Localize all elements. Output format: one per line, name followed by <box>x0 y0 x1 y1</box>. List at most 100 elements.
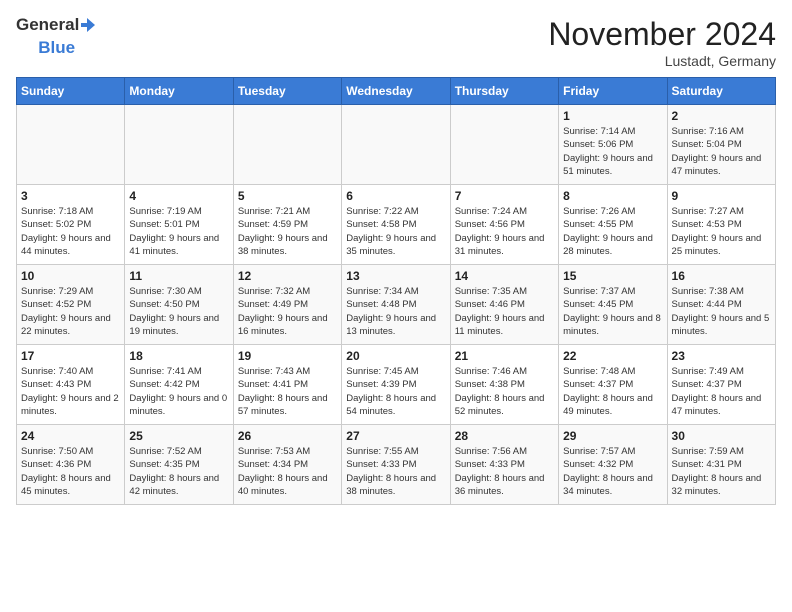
calendar-cell: 16 Sunrise: 7:38 AM Sunset: 4:44 PM Dayli… <box>667 265 775 345</box>
weekday-header-wednesday: Wednesday <box>342 78 450 105</box>
day-number: 21 <box>455 349 554 363</box>
day-number: 10 <box>21 269 120 283</box>
day-number: 30 <box>672 429 771 443</box>
day-number: 13 <box>346 269 445 283</box>
weekday-header-sunday: Sunday <box>17 78 125 105</box>
day-info: Sunrise: 7:16 AM Sunset: 5:04 PM Dayligh… <box>672 125 771 178</box>
calendar-cell <box>233 105 341 185</box>
day-number: 4 <box>129 189 228 203</box>
calendar-cell: 5 Sunrise: 7:21 AM Sunset: 4:59 PM Daylig… <box>233 185 341 265</box>
day-number: 3 <box>21 189 120 203</box>
day-info: Sunrise: 7:29 AM Sunset: 4:52 PM Dayligh… <box>21 285 120 338</box>
day-info: Sunrise: 7:38 AM Sunset: 4:44 PM Dayligh… <box>672 285 771 338</box>
week-row-3: 10 Sunrise: 7:29 AM Sunset: 4:52 PM Dayli… <box>17 265 776 345</box>
day-number: 19 <box>238 349 337 363</box>
day-number: 20 <box>346 349 445 363</box>
day-info: Sunrise: 7:24 AM Sunset: 4:56 PM Dayligh… <box>455 205 554 258</box>
day-number: 23 <box>672 349 771 363</box>
day-number: 12 <box>238 269 337 283</box>
weekday-header-row: SundayMondayTuesdayWednesdayThursdayFrid… <box>17 78 776 105</box>
day-number: 7 <box>455 189 554 203</box>
day-info: Sunrise: 7:40 AM Sunset: 4:43 PM Dayligh… <box>21 365 120 418</box>
day-info: Sunrise: 7:26 AM Sunset: 4:55 PM Dayligh… <box>563 205 662 258</box>
week-row-1: 1Sunrise: 7:14 AM Sunset: 5:06 PM Daylig… <box>17 105 776 185</box>
calendar-cell: 27 Sunrise: 7:55 AM Sunset: 4:33 PM Dayli… <box>342 425 450 505</box>
day-number: 18 <box>129 349 228 363</box>
day-info: Sunrise: 7:30 AM Sunset: 4:50 PM Dayligh… <box>129 285 228 338</box>
calendar-cell: 20 Sunrise: 7:45 AM Sunset: 4:39 PM Dayli… <box>342 345 450 425</box>
day-info: Sunrise: 7:53 AM Sunset: 4:34 PM Dayligh… <box>238 445 337 498</box>
calendar-cell: 18 Sunrise: 7:41 AM Sunset: 4:42 PM Dayli… <box>125 345 233 425</box>
calendar-cell: 14 Sunrise: 7:35 AM Sunset: 4:46 PM Dayli… <box>450 265 558 345</box>
calendar-cell: 19 Sunrise: 7:43 AM Sunset: 4:41 PM Dayli… <box>233 345 341 425</box>
calendar-cell: 8Sunrise: 7:26 AM Sunset: 4:55 PM Daylig… <box>559 185 667 265</box>
calendar-cell: 12 Sunrise: 7:32 AM Sunset: 4:49 PM Dayli… <box>233 265 341 345</box>
day-info: Sunrise: 7:41 AM Sunset: 4:42 PM Dayligh… <box>129 365 228 418</box>
day-info: Sunrise: 7:14 AM Sunset: 5:06 PM Dayligh… <box>563 125 662 178</box>
day-info: Sunrise: 7:18 AM Sunset: 5:02 PM Dayligh… <box>21 205 120 258</box>
weekday-header-friday: Friday <box>559 78 667 105</box>
day-info: Sunrise: 7:52 AM Sunset: 4:35 PM Dayligh… <box>129 445 228 498</box>
day-info: Sunrise: 7:35 AM Sunset: 4:46 PM Dayligh… <box>455 285 554 338</box>
weekday-header-monday: Monday <box>125 78 233 105</box>
day-info: Sunrise: 7:43 AM Sunset: 4:41 PM Dayligh… <box>238 365 337 418</box>
day-info: Sunrise: 7:32 AM Sunset: 4:49 PM Dayligh… <box>238 285 337 338</box>
day-info: Sunrise: 7:46 AM Sunset: 4:38 PM Dayligh… <box>455 365 554 418</box>
day-number: 9 <box>672 189 771 203</box>
calendar-cell: 2 Sunrise: 7:16 AM Sunset: 5:04 PM Daylig… <box>667 105 775 185</box>
day-info: Sunrise: 7:34 AM Sunset: 4:48 PM Dayligh… <box>346 285 445 338</box>
calendar-cell: 24Sunrise: 7:50 AM Sunset: 4:36 PM Dayli… <box>17 425 125 505</box>
calendar-cell: 15 Sunrise: 7:37 AM Sunset: 4:45 PM Dayli… <box>559 265 667 345</box>
week-row-5: 24Sunrise: 7:50 AM Sunset: 4:36 PM Dayli… <box>17 425 776 505</box>
calendar-cell: 29Sunrise: 7:57 AM Sunset: 4:32 PM Dayli… <box>559 425 667 505</box>
day-info: Sunrise: 7:56 AM Sunset: 4:33 PM Dayligh… <box>455 445 554 498</box>
day-number: 6 <box>346 189 445 203</box>
calendar-cell: 28 Sunrise: 7:56 AM Sunset: 4:33 PM Dayli… <box>450 425 558 505</box>
day-info: Sunrise: 7:57 AM Sunset: 4:32 PM Dayligh… <box>563 445 662 498</box>
calendar-cell: 3 Sunrise: 7:18 AM Sunset: 5:02 PM Daylig… <box>17 185 125 265</box>
weekday-header-thursday: Thursday <box>450 78 558 105</box>
calendar-cell <box>125 105 233 185</box>
day-info: Sunrise: 7:50 AM Sunset: 4:36 PM Dayligh… <box>21 445 120 498</box>
day-number: 28 <box>455 429 554 443</box>
title-area: November 2024 Lustadt, Germany <box>548 16 776 69</box>
day-number: 15 <box>563 269 662 283</box>
day-info: Sunrise: 7:27 AM Sunset: 4:53 PM Dayligh… <box>672 205 771 258</box>
day-info: Sunrise: 7:45 AM Sunset: 4:39 PM Dayligh… <box>346 365 445 418</box>
day-info: Sunrise: 7:37 AM Sunset: 4:45 PM Dayligh… <box>563 285 662 338</box>
week-row-2: 3 Sunrise: 7:18 AM Sunset: 5:02 PM Daylig… <box>17 185 776 265</box>
logo-arrow-icon <box>79 16 97 34</box>
day-number: 25 <box>129 429 228 443</box>
day-info: Sunrise: 7:19 AM Sunset: 5:01 PM Dayligh… <box>129 205 228 258</box>
day-number: 22 <box>563 349 662 363</box>
day-number: 16 <box>672 269 771 283</box>
calendar-table: SundayMondayTuesdayWednesdayThursdayFrid… <box>16 77 776 505</box>
day-number: 26 <box>238 429 337 443</box>
day-number: 5 <box>238 189 337 203</box>
month-title: November 2024 <box>548 16 776 53</box>
day-info: Sunrise: 7:22 AM Sunset: 4:58 PM Dayligh… <box>346 205 445 258</box>
calendar-body: 1Sunrise: 7:14 AM Sunset: 5:06 PM Daylig… <box>17 105 776 505</box>
location-title: Lustadt, Germany <box>548 53 776 69</box>
calendar-cell: 11 Sunrise: 7:30 AM Sunset: 4:50 PM Dayli… <box>125 265 233 345</box>
day-info: Sunrise: 7:59 AM Sunset: 4:31 PM Dayligh… <box>672 445 771 498</box>
calendar-cell: 1Sunrise: 7:14 AM Sunset: 5:06 PM Daylig… <box>559 105 667 185</box>
day-number: 27 <box>346 429 445 443</box>
calendar-cell <box>450 105 558 185</box>
day-info: Sunrise: 7:48 AM Sunset: 4:37 PM Dayligh… <box>563 365 662 418</box>
logo: GeneralBlue <box>16 16 97 57</box>
day-info: Sunrise: 7:55 AM Sunset: 4:33 PM Dayligh… <box>346 445 445 498</box>
day-number: 2 <box>672 109 771 123</box>
logo-blue-text: Blue <box>38 39 75 58</box>
day-number: 11 <box>129 269 228 283</box>
day-info: Sunrise: 7:21 AM Sunset: 4:59 PM Dayligh… <box>238 205 337 258</box>
week-row-4: 17Sunrise: 7:40 AM Sunset: 4:43 PM Dayli… <box>17 345 776 425</box>
calendar-cell: 25 Sunrise: 7:52 AM Sunset: 4:35 PM Dayli… <box>125 425 233 505</box>
calendar-cell: 4 Sunrise: 7:19 AM Sunset: 5:01 PM Daylig… <box>125 185 233 265</box>
day-number: 14 <box>455 269 554 283</box>
calendar-cell <box>17 105 125 185</box>
weekday-header-saturday: Saturday <box>667 78 775 105</box>
calendar-cell: 23Sunrise: 7:49 AM Sunset: 4:37 PM Dayli… <box>667 345 775 425</box>
calendar-cell: 21 Sunrise: 7:46 AM Sunset: 4:38 PM Dayli… <box>450 345 558 425</box>
calendar-header: SundayMondayTuesdayWednesdayThursdayFrid… <box>17 78 776 105</box>
